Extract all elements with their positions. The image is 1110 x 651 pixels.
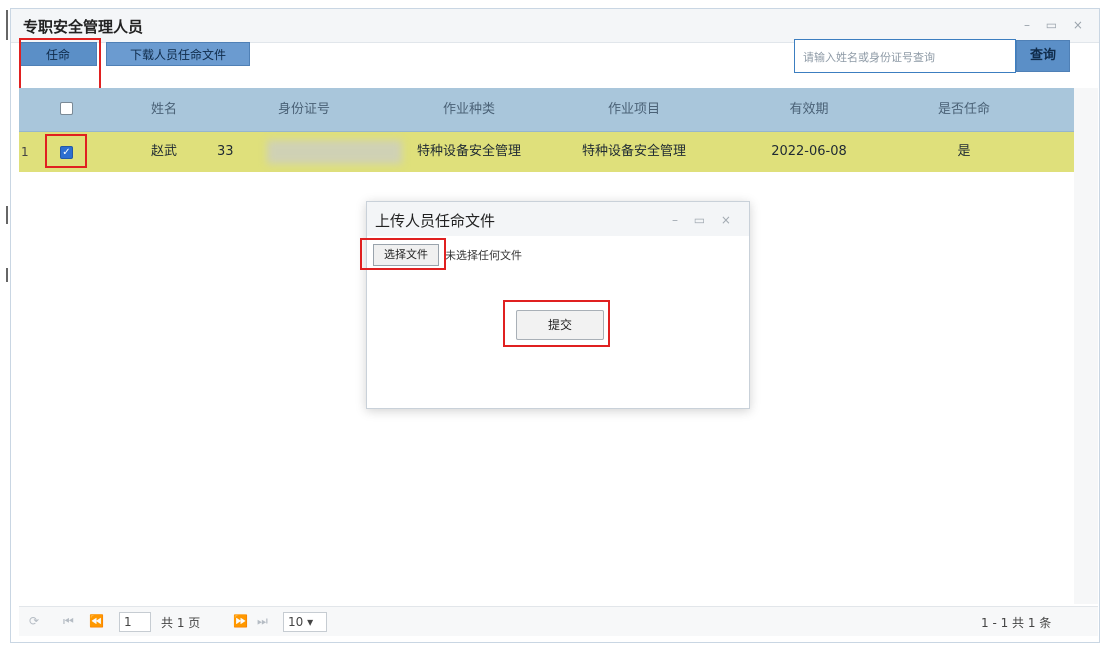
row-number: 1 [21, 145, 29, 159]
prev-page-icon[interactable]: ⏪ [89, 614, 104, 628]
cell-valid-date: 2022-06-08 [771, 144, 847, 159]
search-box [794, 39, 1016, 73]
column-header-name[interactable]: 姓名 [109, 88, 219, 132]
download-appointment-file-button[interactable]: 下载人员任命文件 [106, 42, 250, 66]
column-header-work-type[interactable]: 作业种类 [399, 88, 539, 132]
first-page-icon[interactable]: ⏮ [63, 614, 74, 629]
cell-id-number: 33 [217, 144, 234, 159]
annotation-highlight-row-checkbox [45, 134, 87, 168]
last-page-icon[interactable]: ⏭ [257, 614, 268, 629]
select-all-checkbox[interactable] [60, 102, 73, 115]
edge-marker [6, 268, 8, 282]
table-header: 姓名 身份证号 作业种类 作业项目 有效期 是否任命 [19, 88, 1074, 132]
column-header-id-number[interactable]: 身份证号 [239, 88, 369, 132]
table-row[interactable]: 1 ✓ 赵武 33 特种设备安全管理 特种设备安全管理 2022-06-08 是 [19, 132, 1074, 172]
record-summary: 1 - 1 共 1 条 [981, 616, 1052, 630]
cell-work-type: 特种设备安全管理 [416, 144, 521, 159]
search-input[interactable] [803, 48, 1003, 66]
blurred-id-redaction [267, 140, 402, 164]
cell-work-item: 特种设备安全管理 [581, 144, 686, 159]
window-title: 专职安全管理人员 [23, 18, 144, 36]
cell-name: 赵武 [150, 144, 177, 159]
page-number-input[interactable]: 1 [119, 612, 151, 632]
file-status-text: 未选择任何文件 [445, 249, 522, 262]
dialog-title: 上传人员任命文件 [375, 212, 496, 230]
edge-marker [6, 206, 8, 224]
column-header-appointed[interactable]: 是否任命 [899, 88, 1029, 132]
pagination-bar: ⟳ ⏮ ⏪ 1 共 1 页 ⏩ ⏭ 10 ▾ 1 - 1 共 1 条 [19, 606, 1098, 636]
refresh-icon[interactable]: ⟳ [29, 614, 39, 628]
dialog-window-controls[interactable]: – ▭ × [672, 213, 737, 227]
next-page-icon[interactable]: ⏩ [233, 614, 248, 628]
window-titlebar: 专职安全管理人员 – ▭ × [11, 9, 1099, 43]
dialog-titlebar: 上传人员任命文件 – ▭ × [367, 202, 749, 236]
vertical-scrollbar[interactable] [1074, 88, 1098, 604]
annotation-highlight-appoint [19, 38, 101, 90]
column-header-work-item[interactable]: 作业项目 [559, 88, 709, 132]
column-header-valid-date[interactable]: 有效期 [739, 88, 879, 132]
total-pages-label: 共 1 页 [161, 616, 201, 630]
annotation-highlight-submit [503, 300, 610, 347]
query-button[interactable]: 查询 [1016, 40, 1070, 72]
page-size-select[interactable]: 10 ▾ [283, 612, 327, 632]
page-size-value: 10 [288, 615, 304, 629]
window-controls[interactable]: – ▭ × [1024, 18, 1089, 32]
cell-appointed: 是 [957, 144, 971, 159]
app-root: 专职安全管理人员 – ▭ × 任命 下载人员任命文件 查询 姓名 身份证号 作业… [0, 0, 1110, 651]
annotation-highlight-choose-file [360, 238, 446, 270]
edge-marker [6, 10, 8, 40]
